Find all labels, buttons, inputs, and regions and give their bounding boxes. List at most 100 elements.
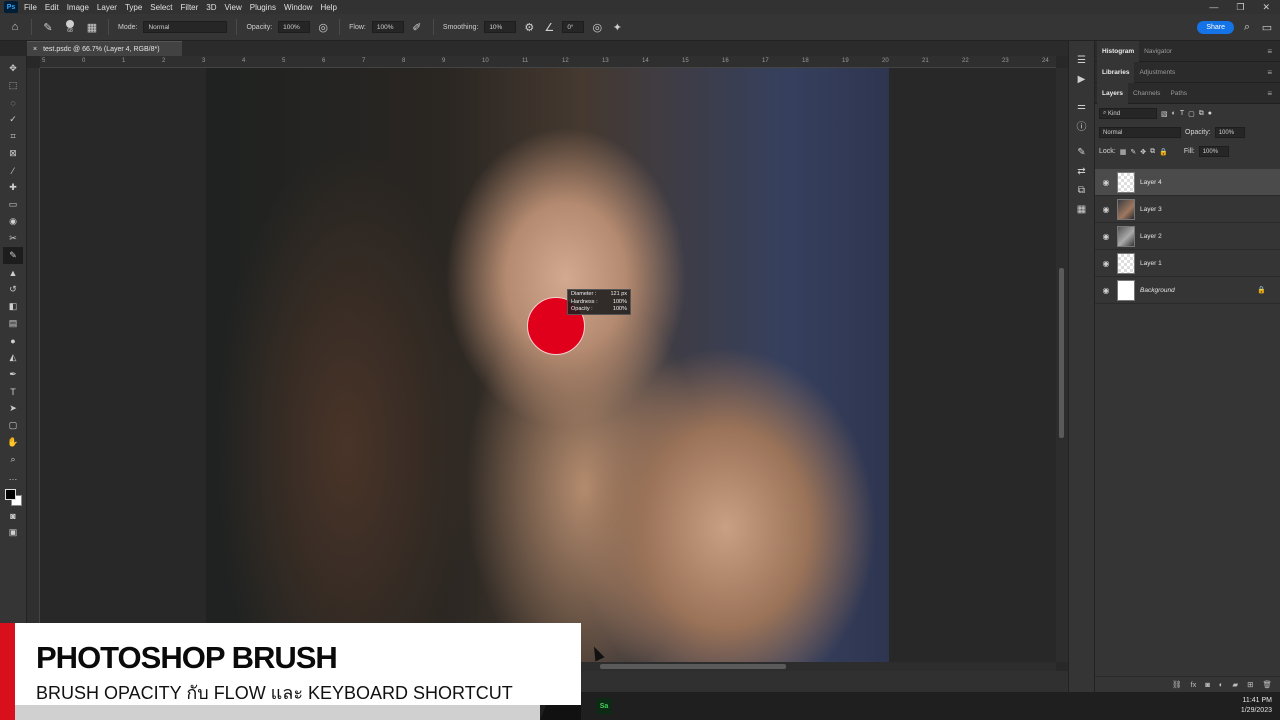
menu-file[interactable]: File xyxy=(24,3,37,12)
zoom-tool-icon[interactable]: ⌕ xyxy=(3,451,23,468)
visibility-eye-icon[interactable]: ◉ xyxy=(1095,286,1117,295)
filter-smart-object-icon[interactable]: ⧉ xyxy=(1199,110,1204,118)
panel-menu-icon[interactable]: ≡ xyxy=(1267,89,1272,98)
menu-layer[interactable]: Layer xyxy=(97,3,117,12)
restore-icon[interactable]: ❐ xyxy=(1236,2,1244,13)
menu-window[interactable]: Window xyxy=(284,3,312,12)
brush-tool-preset-icon[interactable]: ✎ xyxy=(41,20,55,34)
horizontal-scroll-thumb[interactable] xyxy=(600,664,786,669)
filter-type-icon[interactable]: T xyxy=(1180,110,1184,117)
close-tab-icon[interactable]: × xyxy=(33,46,37,53)
visibility-eye-icon[interactable]: ◉ xyxy=(1095,259,1117,268)
tab-channels[interactable]: Channels xyxy=(1128,83,1165,104)
tab-paths[interactable]: Paths xyxy=(1165,83,1192,104)
home-icon[interactable]: ⌂ xyxy=(8,20,22,34)
minimize-icon[interactable]: — xyxy=(1209,2,1218,13)
history-brush-tool-icon[interactable]: ↺ xyxy=(3,281,23,298)
marquee-tool-icon[interactable]: ⬚ xyxy=(3,77,23,94)
lock-position-icon[interactable]: ✥ xyxy=(1140,148,1146,156)
close-icon[interactable]: ✕ xyxy=(1262,2,1270,13)
shape-tool-icon[interactable]: ▢ xyxy=(3,417,23,434)
hand-tool-icon[interactable]: ✋ xyxy=(3,434,23,451)
tab-navigator[interactable]: Navigator xyxy=(1139,41,1177,62)
adjustment-layer-icon[interactable]: ◐ xyxy=(1219,680,1224,689)
content-aware-move-icon[interactable]: ✂ xyxy=(3,230,23,247)
menu-edit[interactable]: Edit xyxy=(45,3,59,12)
lock-transparent-icon[interactable]: ▦ xyxy=(1120,148,1127,156)
lock-image-icon[interactable]: ✎ xyxy=(1130,148,1136,156)
filter-shape-icon[interactable]: ▢ xyxy=(1188,110,1195,118)
adjustments-panel-icon[interactable]: ⇄ xyxy=(1075,164,1089,178)
panel-menu-icon[interactable]: ≡ xyxy=(1267,68,1272,77)
move-tool-icon[interactable]: ✥ xyxy=(3,60,23,77)
vertical-scroll-thumb[interactable] xyxy=(1059,268,1064,438)
opacity-field[interactable]: 100% xyxy=(278,21,311,33)
taskbar-app-icon[interactable]: Sa xyxy=(596,698,612,714)
actions-panel-icon[interactable]: ▶ xyxy=(1075,72,1089,86)
visibility-eye-icon[interactable]: ◉ xyxy=(1095,232,1117,241)
airbrush-icon[interactable]: ✐ xyxy=(410,20,424,34)
fill-field[interactable]: 100% xyxy=(1198,146,1229,157)
blend-mode-dropdown[interactable]: Normal xyxy=(1099,127,1181,138)
info-panel-icon[interactable]: ⓘ xyxy=(1075,118,1089,133)
menu-image[interactable]: Image xyxy=(67,3,89,12)
color-swatches[interactable] xyxy=(3,487,23,507)
brush-size-preview[interactable]: 68 xyxy=(61,20,79,34)
add-mask-icon[interactable]: ◙ xyxy=(1205,680,1210,689)
menu-view[interactable]: View xyxy=(225,3,242,12)
menu-help[interactable]: Help xyxy=(320,3,336,12)
smoothing-gear-icon[interactable]: ⚙ xyxy=(522,20,536,34)
lasso-tool-icon[interactable]: ◌ xyxy=(3,94,23,111)
visibility-eye-icon[interactable]: ◉ xyxy=(1095,205,1117,214)
document-tab[interactable]: × test.psdc @ 66.7% (Layer 4, RGB/8*) xyxy=(27,41,182,56)
layer-row-layer-3[interactable]: ◉ Layer 3 xyxy=(1095,196,1280,223)
filter-adjustment-icon[interactable]: ◐ xyxy=(1172,110,1176,117)
flow-field[interactable]: 100% xyxy=(371,21,404,33)
filter-pixel-icon[interactable]: ▧ xyxy=(1161,110,1168,118)
search-icon[interactable]: ⌕ xyxy=(1240,20,1254,34)
tab-layers[interactable]: Layers xyxy=(1097,82,1128,104)
tab-adjustments[interactable]: Adjustments xyxy=(1134,62,1180,83)
kind-filter-dropdown[interactable]: ⌕ Kind xyxy=(1099,108,1157,119)
mode-dropdown[interactable]: Normal xyxy=(143,21,228,33)
dodge-tool-icon[interactable]: ◭ xyxy=(3,349,23,366)
foreground-color-swatch[interactable] xyxy=(5,489,16,500)
lock-all-icon[interactable]: 🔒 xyxy=(1159,148,1168,156)
layer-row-layer-1[interactable]: ◉ Layer 1 xyxy=(1095,250,1280,277)
layer-style-icon[interactable]: fx xyxy=(1190,680,1196,689)
clone-source-panel-icon[interactable]: ⧉ xyxy=(1075,183,1089,197)
patch-tool-icon[interactable]: ▭ xyxy=(3,196,23,213)
history-panel-icon[interactable]: ☰ xyxy=(1075,53,1089,67)
quick-select-tool-icon[interactable]: ✓ xyxy=(3,111,23,128)
layer-row-background[interactable]: ◉ Background 🔒 xyxy=(1095,277,1280,304)
properties-panel-icon[interactable]: ⚌ xyxy=(1075,99,1089,113)
brush-panel-icon[interactable]: ✎ xyxy=(1075,145,1089,159)
menu-select[interactable]: Select xyxy=(150,3,172,12)
brush-settings-toggle-icon[interactable]: ▦ xyxy=(85,20,99,34)
workspace-icon[interactable]: ▭ xyxy=(1260,20,1274,34)
vertical-scrollbar[interactable] xyxy=(1056,68,1068,662)
healing-brush-tool-icon[interactable]: ✚ xyxy=(3,179,23,196)
layer-row-layer-4[interactable]: ◉ Layer 4 xyxy=(1095,169,1280,196)
layer-opacity-field[interactable]: 100% xyxy=(1214,127,1245,138)
lock-artboard-icon[interactable]: ⧉ xyxy=(1150,148,1155,156)
new-layer-icon[interactable]: ⊞ xyxy=(1247,680,1253,689)
canvas-area[interactable]: Diameter : 121 px Hardness : 100% Opacity … xyxy=(40,68,1056,662)
more-tools-icon[interactable]: … xyxy=(3,468,23,485)
share-button[interactable]: Share xyxy=(1197,20,1234,34)
angle-field[interactable]: 0° xyxy=(562,21,585,33)
blur-tool-icon[interactable]: ● xyxy=(3,332,23,349)
smoothing-field[interactable]: 10% xyxy=(484,21,517,33)
layer-row-layer-2[interactable]: ◉ Layer 2 xyxy=(1095,223,1280,250)
red-eye-tool-icon[interactable]: ◉ xyxy=(3,213,23,230)
symmetry-icon[interactable]: ✦ xyxy=(610,20,624,34)
path-selection-tool-icon[interactable]: ➤ xyxy=(3,400,23,417)
delete-layer-icon[interactable]: 🗑 xyxy=(1262,680,1272,689)
crop-tool-icon[interactable]: ⌗ xyxy=(3,128,23,145)
new-group-icon[interactable]: ▰ xyxy=(1232,680,1238,689)
link-layers-icon[interactable]: ⛓ xyxy=(1172,680,1182,689)
pressure-opacity-icon[interactable]: ◎ xyxy=(316,20,330,34)
menu-3d[interactable]: 3D xyxy=(206,3,216,12)
eraser-tool-icon[interactable]: ◧ xyxy=(3,298,23,315)
menu-plugins[interactable]: Plugins xyxy=(250,3,276,12)
